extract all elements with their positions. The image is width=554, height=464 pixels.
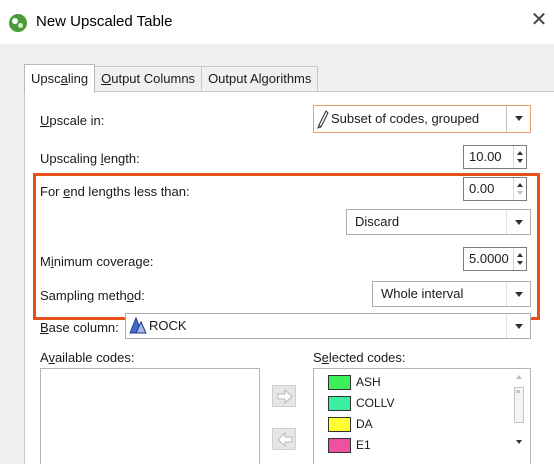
add-code-button[interactable] [272, 385, 296, 407]
upscaling-length-spinner[interactable]: 10.00 [463, 145, 527, 169]
minimum-coverage-label: Minimum coverage: [40, 254, 154, 269]
selected-codes-list[interactable]: ASH COLLV DA E1 ≡ [313, 368, 531, 464]
tab-bar: Upscaling Output Columns Output Algorith… [24, 64, 319, 93]
available-codes-label: Available codes: [40, 350, 135, 365]
category-column-icon [129, 317, 147, 334]
upscaling-length-value: 10.00 [469, 149, 502, 164]
upscale-in-dropdown[interactable]: Subset of codes, grouped [313, 105, 531, 133]
tab-output-algorithms-label: Output Algorithms [208, 71, 312, 86]
tab-upscaling-label-a: Upsc [31, 71, 61, 86]
chevron-down-icon[interactable] [506, 210, 530, 234]
close-icon[interactable]: ✕ [528, 9, 550, 31]
tab-upscaling[interactable]: Upscaling [24, 64, 96, 93]
upscaling-length-label: Upscaling length: [40, 151, 140, 166]
color-swatch [328, 438, 351, 453]
spinner-buttons[interactable] [513, 178, 526, 200]
base-column-dropdown[interactable]: ROCK [125, 313, 531, 339]
spinner-buttons[interactable] [513, 248, 526, 270]
chevron-down-icon[interactable] [506, 282, 530, 306]
sampling-method-label: Sampling method: [40, 288, 145, 303]
pencil-icon [317, 110, 329, 129]
color-swatch [328, 417, 351, 432]
grip-icon: ≡ [516, 389, 521, 396]
arrow-left-icon [277, 432, 293, 447]
base-column-value: ROCK [149, 318, 187, 333]
upscale-in-label: Upscale in: [40, 113, 105, 128]
window-title: New Upscaled Table [36, 13, 173, 30]
tab-output-columns-accesskey: O [101, 71, 112, 86]
end-action-value: Discard [355, 214, 400, 229]
chevron-down-icon[interactable] [506, 314, 530, 338]
app-logo-icon [9, 14, 27, 32]
end-lengths-spinner[interactable]: 0.00 [463, 177, 527, 201]
color-swatch [328, 396, 351, 411]
code-label: ASH [356, 375, 381, 389]
sampling-method-value: Whole interval [381, 286, 464, 301]
end-action-dropdown[interactable]: Discard [346, 209, 531, 235]
selected-codes-label: Selected codes: [313, 350, 406, 365]
chevron-down-icon[interactable] [506, 106, 530, 132]
end-lengths-label: For end lengths less than: [40, 184, 190, 199]
spin-up-icon[interactable] [517, 183, 523, 187]
tab-output-algorithms[interactable]: Output Algorithms [201, 66, 319, 92]
spin-down-icon[interactable] [517, 191, 523, 195]
color-swatch [328, 375, 351, 390]
end-lengths-value: 0.00 [469, 181, 495, 196]
scrollbar[interactable]: ≡ [513, 374, 525, 451]
code-label: DA [356, 417, 373, 431]
tab-upscaling-label-b: ling [67, 71, 89, 86]
remove-code-button[interactable] [272, 428, 296, 450]
code-label: COLLV [356, 396, 395, 410]
available-codes-list[interactable] [40, 368, 260, 464]
title-bar: New Upscaled Table ✕ [0, 0, 554, 44]
minimum-coverage-spinner[interactable]: 5.0000 [463, 247, 527, 271]
dialog-body: Upscaling Output Columns Output Algorith… [0, 44, 554, 464]
code-label: E1 [356, 438, 371, 452]
base-column-label: Base column: [40, 320, 119, 335]
sampling-method-dropdown[interactable]: Whole interval [372, 281, 531, 307]
arrow-right-icon [277, 389, 293, 404]
scroll-up-icon[interactable] [516, 375, 522, 379]
spin-up-icon[interactable] [517, 151, 523, 155]
tab-output-columns[interactable]: Output Columns [94, 66, 203, 92]
spinner-buttons[interactable] [513, 146, 526, 168]
spin-down-icon[interactable] [517, 159, 523, 163]
scroll-down-icon[interactable] [516, 440, 522, 444]
tab-upscaling-accesskey: a [60, 71, 68, 86]
upscale-in-value: Subset of codes, grouped [331, 111, 480, 126]
spin-down-icon[interactable] [517, 261, 523, 265]
spin-up-icon[interactable] [517, 253, 523, 257]
tab-output-columns-label: utput Columns [111, 71, 196, 86]
minimum-coverage-value: 5.0000 [469, 251, 509, 266]
